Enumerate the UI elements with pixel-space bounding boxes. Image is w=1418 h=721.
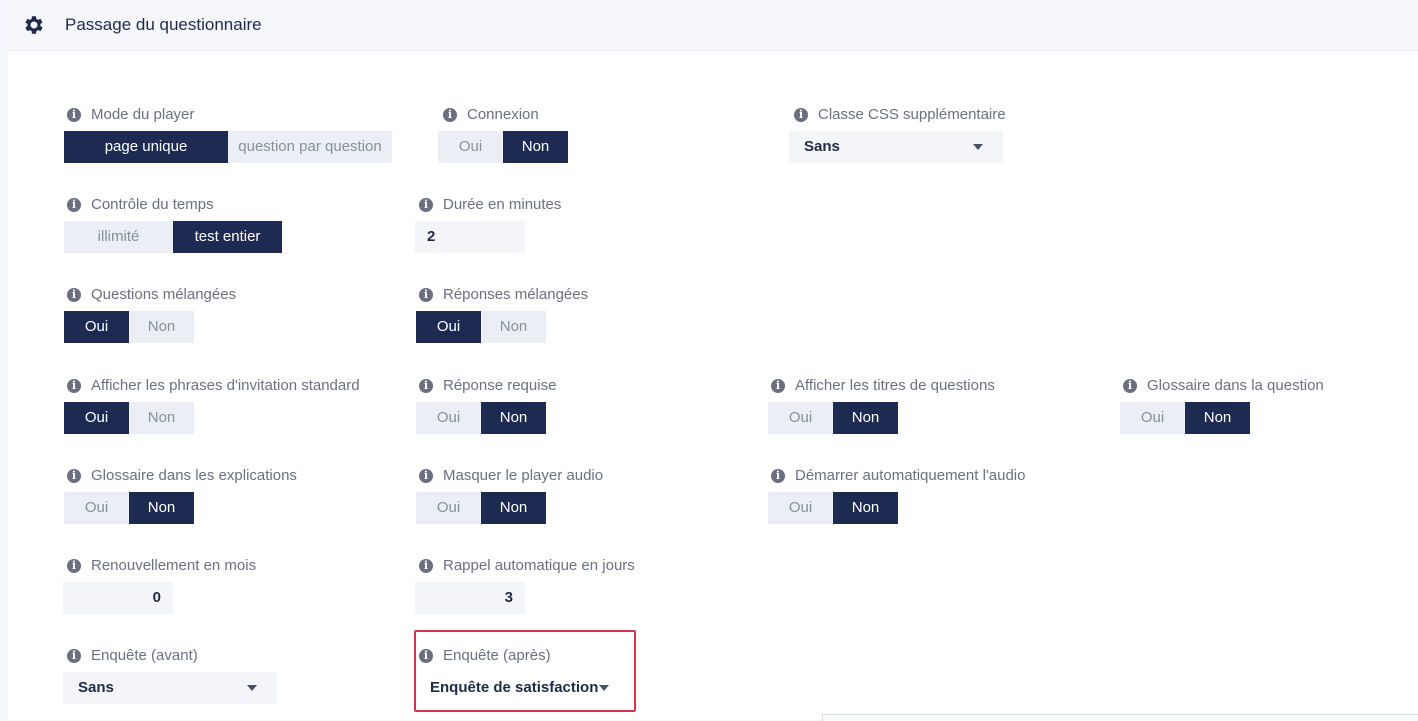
option-page-unique[interactable]: page unique (64, 131, 228, 163)
option-oui[interactable]: Oui (438, 131, 503, 163)
info-icon: i (67, 559, 81, 573)
option-non[interactable]: Non (833, 492, 898, 524)
info-icon: i (794, 108, 808, 122)
info-icon: i (419, 559, 433, 573)
info-icon: i (419, 288, 433, 302)
option-test-entier[interactable]: test entier (173, 221, 282, 253)
duree-minutes-input[interactable]: 2 (415, 221, 525, 253)
info-icon: i (419, 469, 433, 483)
option-oui[interactable]: Oui (64, 311, 129, 343)
info-icon: i (67, 649, 81, 663)
settings-panel (8, 0, 1418, 720)
segmented-glossaire-explications: Oui Non (64, 492, 194, 524)
info-icon: i (67, 198, 81, 212)
option-non[interactable]: Non (1185, 402, 1250, 434)
option-question-par-question[interactable]: question par question (228, 131, 392, 163)
segmented-mode-player: page unique question par question (64, 131, 392, 163)
info-icon: i (67, 379, 81, 393)
option-oui[interactable]: Oui (64, 492, 129, 524)
select-enquete-avant[interactable]: Sans (63, 672, 277, 704)
option-oui[interactable]: Oui (416, 402, 481, 434)
option-oui[interactable]: Oui (768, 402, 833, 434)
info-icon: i (443, 108, 457, 122)
option-oui[interactable]: Oui (1120, 402, 1185, 434)
option-non[interactable]: Non (503, 131, 568, 163)
info-icon: i (419, 198, 433, 212)
option-illimite[interactable]: illimité (64, 221, 173, 253)
option-non[interactable]: Non (129, 402, 194, 434)
option-non[interactable]: Non (481, 402, 546, 434)
chevron-down-icon (247, 685, 257, 691)
segmented-demarrer-audio: Oui Non (768, 492, 898, 524)
segmented-reponse-requise: Oui Non (416, 402, 546, 434)
option-oui[interactable]: Oui (416, 311, 481, 343)
info-icon: i (771, 379, 785, 393)
segmented-phrases-invitation: Oui Non (64, 402, 194, 434)
info-icon: i (771, 469, 785, 483)
option-oui[interactable]: Oui (416, 492, 481, 524)
segmented-glossaire-question: Oui Non (1120, 402, 1250, 434)
page-title: Passage du questionnaire (65, 15, 262, 34)
segmented-controle-temps: illimité test entier (64, 221, 282, 253)
info-icon: i (67, 469, 81, 483)
gear-icon (25, 16, 43, 34)
option-oui[interactable]: Oui (64, 402, 129, 434)
chevron-down-icon (973, 144, 983, 150)
segmented-reponses-melangees: Oui Non (416, 311, 546, 343)
info-icon: i (419, 379, 433, 393)
select-classe-css[interactable]: Sans (789, 131, 1003, 163)
segmented-questions-melangees: Oui Non (64, 311, 194, 343)
info-icon: i (67, 288, 81, 302)
info-icon: i (1123, 379, 1137, 393)
segmented-titres-questions: Oui Non (768, 402, 898, 434)
segmented-masquer-audio: Oui Non (416, 492, 546, 524)
option-non[interactable]: Non (481, 492, 546, 524)
rappel-input[interactable]: 3 (415, 582, 525, 614)
renouvellement-input[interactable]: 0 (63, 582, 173, 614)
option-oui[interactable]: Oui (768, 492, 833, 524)
option-non[interactable]: Non (129, 311, 194, 343)
highlight-box (414, 630, 636, 712)
option-non[interactable]: Non (833, 402, 898, 434)
section-header: Passage du questionnaire (8, 0, 1418, 51)
option-non[interactable]: Non (481, 311, 546, 343)
info-icon: i (67, 108, 81, 122)
segmented-connexion: Oui Non (438, 131, 568, 163)
option-non[interactable]: Non (129, 492, 194, 524)
